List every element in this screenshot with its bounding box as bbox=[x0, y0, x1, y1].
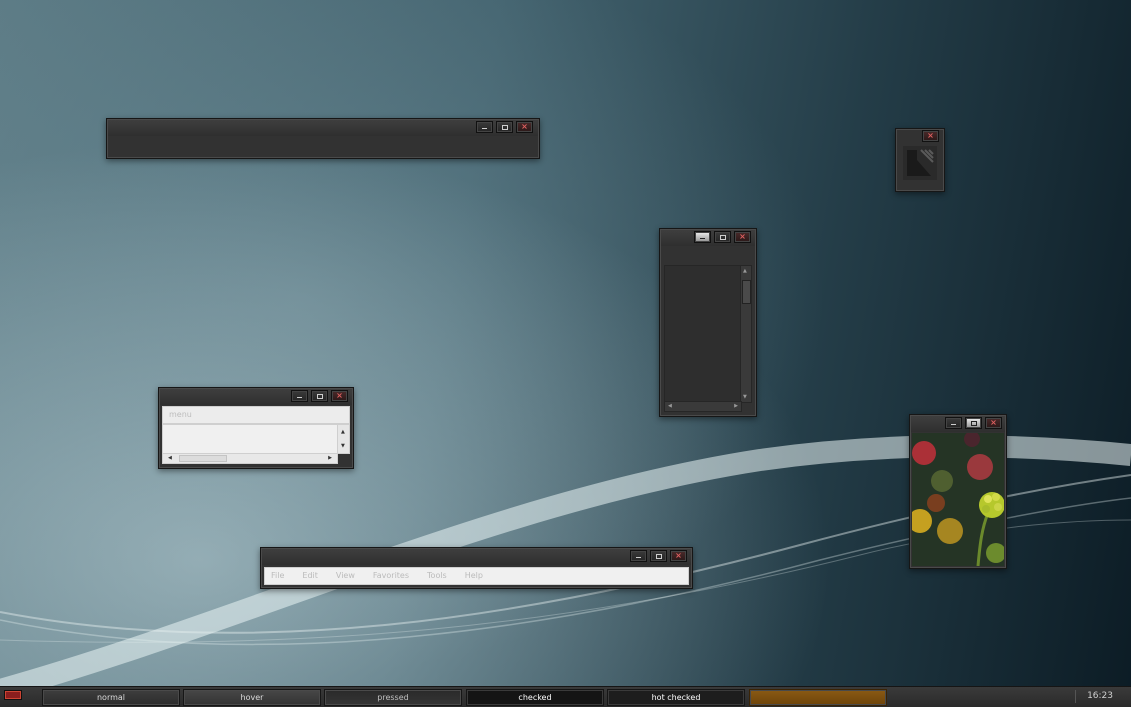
text-area[interactable]: ▲ ▼ bbox=[162, 424, 350, 454]
maximize-button[interactable] bbox=[496, 121, 513, 133]
minimize-icon bbox=[636, 557, 641, 558]
taskbar-button-hover[interactable]: hover bbox=[183, 689, 321, 706]
minimize-button[interactable] bbox=[945, 417, 962, 429]
minimize-button[interactable] bbox=[630, 550, 647, 562]
minimize-icon bbox=[482, 128, 487, 129]
maximize-button[interactable] bbox=[650, 550, 667, 562]
close-button[interactable]: × bbox=[516, 121, 533, 133]
taskbar-button-progress[interactable] bbox=[749, 689, 887, 706]
vertical-scrollbar[interactable]: ▲ ▼ bbox=[740, 265, 752, 403]
window-titlebar[interactable] bbox=[108, 120, 538, 136]
window-menubar[interactable]: × File Edit View Favorites Tools Help bbox=[260, 547, 693, 589]
minimize-icon bbox=[951, 424, 956, 425]
maximize-button[interactable] bbox=[714, 231, 731, 243]
menu-item-view[interactable]: View bbox=[336, 571, 355, 580]
close-button[interactable]: × bbox=[734, 231, 751, 243]
maximize-icon bbox=[970, 420, 977, 426]
scroll-down-icon[interactable]: ▼ bbox=[743, 394, 747, 400]
clock[interactable]: 16:23 bbox=[1087, 691, 1113, 701]
content-area bbox=[664, 265, 742, 403]
maximize-icon bbox=[719, 234, 726, 240]
close-icon: × bbox=[990, 418, 997, 427]
start-button[interactable] bbox=[4, 690, 22, 700]
maximize-icon bbox=[316, 393, 323, 399]
close-button[interactable]: × bbox=[922, 130, 939, 142]
taskbar-button-pressed[interactable]: pressed bbox=[324, 689, 462, 706]
scroll-left-icon[interactable]: ◀ bbox=[668, 403, 672, 409]
menu-item-help[interactable]: Help bbox=[465, 571, 483, 580]
wallpaper-swoosh bbox=[0, 435, 1131, 701]
window-image-preview[interactable]: × bbox=[909, 414, 1007, 569]
taskbar-button-checked[interactable]: checked bbox=[466, 689, 604, 706]
maximize-button[interactable] bbox=[311, 390, 328, 402]
menu-strip[interactable]: menu bbox=[162, 406, 350, 424]
window-titlebar[interactable] bbox=[262, 549, 691, 565]
tray-separator bbox=[1075, 690, 1076, 703]
minimize-icon bbox=[700, 238, 705, 239]
maximize-button[interactable] bbox=[965, 417, 982, 429]
close-icon: × bbox=[336, 391, 343, 400]
window-tool-logo[interactable]: × bbox=[895, 128, 945, 192]
window-wide-empty[interactable]: × bbox=[106, 118, 540, 159]
menu-item-edit[interactable]: Edit bbox=[302, 571, 318, 580]
menu-item-tools[interactable]: Tools bbox=[427, 571, 447, 580]
scroll-right-icon[interactable]: ▶ bbox=[328, 455, 332, 461]
scroll-thumb[interactable] bbox=[742, 280, 751, 304]
app-logo-icon bbox=[903, 146, 937, 180]
scroll-thumb[interactable] bbox=[179, 455, 227, 462]
close-icon: × bbox=[927, 131, 934, 140]
close-button[interactable]: × bbox=[985, 417, 1002, 429]
taskbar: normal hover pressed checked hot checked… bbox=[0, 686, 1131, 707]
window-tall-dark[interactable]: × ▲ ▼ ◀ ▶ bbox=[659, 228, 757, 417]
menu-item-file[interactable]: File bbox=[271, 571, 284, 580]
minimize-button[interactable] bbox=[291, 390, 308, 402]
scroll-right-icon[interactable]: ▶ bbox=[734, 403, 738, 409]
bokeh-flower-image bbox=[912, 433, 1004, 566]
window-small-menu[interactable]: × menu ▲ ▼ ◀ ▶ bbox=[158, 387, 354, 469]
horizontal-scrollbar[interactable]: ◀ ▶ bbox=[664, 401, 742, 412]
vertical-scrollbar[interactable]: ▲ ▼ bbox=[337, 425, 349, 453]
scroll-up-icon[interactable]: ▲ bbox=[743, 268, 747, 274]
minimize-icon bbox=[297, 397, 302, 398]
horizontal-scrollbar[interactable]: ◀ ▶ bbox=[162, 453, 338, 464]
maximize-icon bbox=[655, 553, 662, 559]
close-button[interactable]: × bbox=[331, 390, 348, 402]
minimize-button[interactable] bbox=[476, 121, 493, 133]
scroll-up-icon[interactable]: ▲ bbox=[341, 429, 345, 435]
menu-item-favorites[interactable]: Favorites bbox=[373, 571, 409, 580]
scroll-down-icon[interactable]: ▼ bbox=[341, 443, 345, 449]
minimize-button[interactable] bbox=[694, 231, 711, 243]
close-icon: × bbox=[739, 232, 746, 241]
close-icon: × bbox=[521, 122, 528, 131]
menu-label: menu bbox=[169, 410, 192, 419]
close-button[interactable]: × bbox=[670, 550, 687, 562]
taskbar-button-hot-checked[interactable]: hot checked bbox=[607, 689, 745, 706]
taskbar-button-normal[interactable]: normal bbox=[42, 689, 180, 706]
menubar: File Edit View Favorites Tools Help bbox=[264, 567, 689, 585]
maximize-icon bbox=[501, 124, 508, 130]
scroll-left-icon[interactable]: ◀ bbox=[168, 455, 172, 461]
close-icon: × bbox=[675, 551, 682, 560]
